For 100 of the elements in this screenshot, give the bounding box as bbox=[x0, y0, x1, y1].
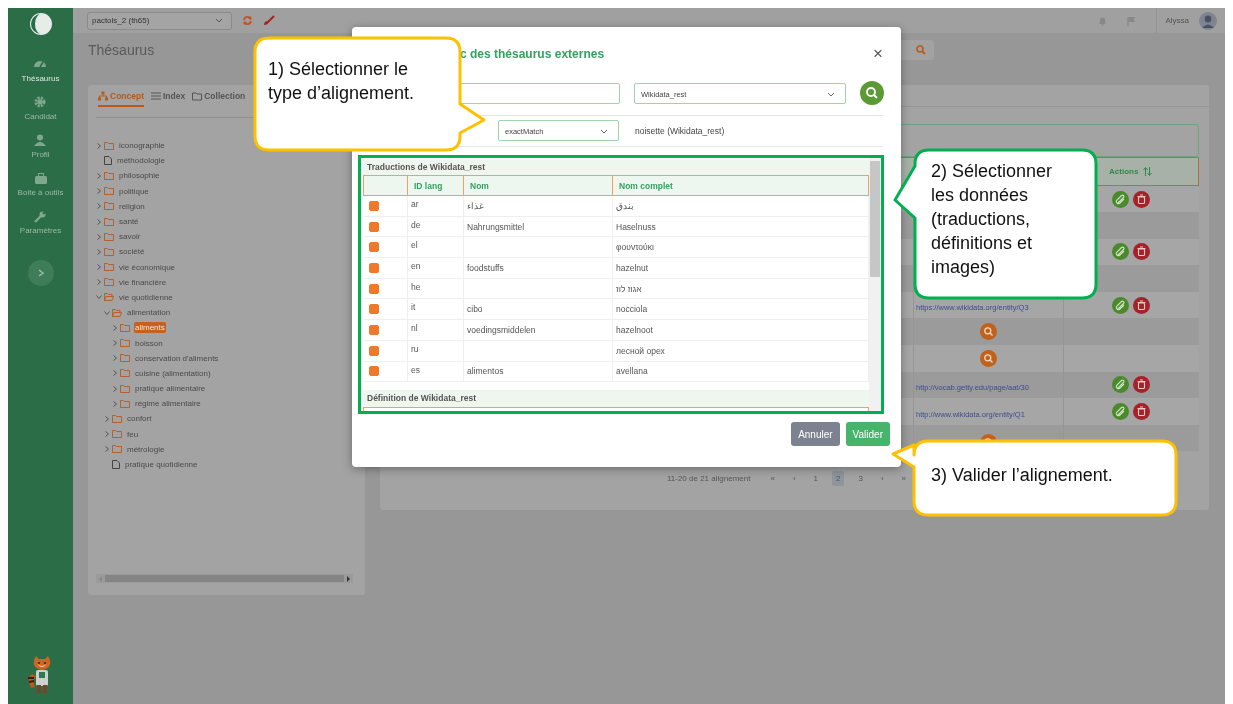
search-button[interactable] bbox=[860, 81, 884, 105]
trash-icon[interactable] bbox=[1133, 403, 1151, 421]
tree-item[interactable]: pratique quotidienne bbox=[124, 459, 199, 471]
page-button[interactable]: 3 bbox=[854, 471, 867, 487]
tab[interactable]: Index bbox=[151, 89, 186, 107]
column-header[interactable]: Actions bbox=[1109, 167, 1139, 177]
checkbox[interactable] bbox=[368, 324, 379, 335]
chevron-right-icon[interactable] bbox=[96, 264, 102, 271]
tree-item[interactable]: vie quotidienne bbox=[118, 291, 174, 303]
tree-item[interactable]: alimentation bbox=[126, 307, 172, 319]
table-header-cell: ID lang bbox=[407, 175, 464, 196]
chevron-right-icon[interactable] bbox=[96, 142, 102, 149]
chevron-right-icon[interactable] bbox=[112, 370, 118, 377]
paperclip-icon[interactable] bbox=[1112, 243, 1130, 261]
chevron-right-icon[interactable] bbox=[96, 218, 102, 225]
chevron-down-icon[interactable] bbox=[104, 309, 110, 316]
tree-item[interactable]: feu bbox=[126, 428, 140, 440]
confirm-button[interactable]: Valider bbox=[845, 422, 890, 446]
chevron-right-icon[interactable] bbox=[96, 279, 102, 286]
user-name[interactable]: Alyssa bbox=[1165, 16, 1189, 25]
vertical-scrollbar[interactable] bbox=[869, 158, 881, 411]
file-icon bbox=[104, 156, 112, 166]
chevron-right-icon[interactable] bbox=[104, 446, 110, 453]
search-icon[interactable] bbox=[980, 323, 997, 341]
tree-item[interactable]: iconographie bbox=[118, 140, 166, 152]
chevron-right-icon[interactable] bbox=[96, 233, 102, 240]
expand-button[interactable] bbox=[27, 260, 54, 286]
chevron-right-icon[interactable] bbox=[96, 248, 102, 255]
chevron-right-icon[interactable] bbox=[112, 385, 118, 392]
table-cell: he bbox=[411, 281, 421, 292]
brush-icon[interactable] bbox=[263, 15, 275, 26]
tree-item[interactable]: vie financière bbox=[118, 276, 168, 288]
tab[interactable]: Concept bbox=[98, 89, 144, 107]
checkbox[interactable] bbox=[368, 304, 379, 315]
sort-icon[interactable] bbox=[1143, 167, 1153, 177]
horizontal-scrollbar[interactable] bbox=[96, 574, 353, 583]
trash-icon[interactable] bbox=[1133, 296, 1151, 314]
trash-icon[interactable] bbox=[1133, 243, 1151, 261]
checkbox[interactable] bbox=[368, 345, 379, 356]
chevron-right-icon[interactable] bbox=[112, 355, 118, 362]
trash-icon[interactable] bbox=[1133, 190, 1151, 208]
tab[interactable]: Collection bbox=[192, 89, 246, 107]
tree-item[interactable]: religion bbox=[118, 200, 146, 212]
chevron-right-icon[interactable] bbox=[104, 431, 110, 438]
sidebar-item[interactable]: Profil bbox=[31, 134, 50, 159]
checkbox[interactable] bbox=[368, 242, 379, 253]
first-page-button[interactable]: « bbox=[766, 471, 779, 487]
paperclip-icon[interactable] bbox=[1112, 296, 1130, 314]
last-page-button[interactable]: » bbox=[897, 471, 911, 487]
paperclip-icon[interactable] bbox=[1112, 376, 1130, 394]
tree-item[interactable]: méthodologie bbox=[116, 155, 167, 167]
tree-item[interactable]: politique bbox=[118, 185, 150, 197]
next-page-button[interactable]: › bbox=[876, 471, 888, 487]
sidebar-item[interactable]: Boite à outils bbox=[17, 172, 64, 197]
tree-item[interactable]: savoir bbox=[118, 231, 142, 243]
close-button[interactable]: × bbox=[873, 45, 883, 62]
sidebar-item[interactable]: Thésaurus bbox=[21, 58, 60, 83]
paperclip-icon[interactable] bbox=[1112, 190, 1130, 208]
tree-item[interactable]: société bbox=[118, 246, 146, 258]
search-icon[interactable] bbox=[916, 45, 926, 55]
tree-item[interactable]: santé bbox=[118, 216, 140, 228]
chevron-right-icon[interactable] bbox=[112, 340, 118, 347]
tree-item[interactable]: cuisine (alimentation) bbox=[134, 367, 212, 379]
bell-icon[interactable] bbox=[1098, 15, 1108, 26]
chevron-right-icon[interactable] bbox=[104, 415, 110, 422]
checkbox[interactable] bbox=[368, 366, 379, 377]
table-cell: بندق bbox=[616, 200, 634, 211]
previous-page-button[interactable]: ‹ bbox=[788, 471, 800, 487]
sidebar-item[interactable]: Paramètres bbox=[19, 210, 62, 235]
sidebar-item[interactable]: Candidat bbox=[24, 96, 57, 121]
tree-item[interactable]: aliments bbox=[134, 322, 166, 334]
tree-item[interactable]: pratique alimentaire bbox=[134, 383, 207, 395]
chevron-right-icon[interactable] bbox=[96, 203, 102, 210]
page-button[interactable]: 1 bbox=[809, 471, 822, 487]
tree-item[interactable]: vie économique bbox=[118, 261, 177, 273]
checkbox[interactable] bbox=[368, 283, 379, 294]
checkbox[interactable] bbox=[368, 221, 379, 232]
chevron-right-icon[interactable] bbox=[96, 172, 102, 179]
checkbox[interactable] bbox=[368, 200, 379, 211]
cancel-button[interactable]: Annuler bbox=[791, 422, 840, 446]
avatar-icon[interactable] bbox=[1199, 11, 1217, 30]
flag-icon[interactable] bbox=[1127, 15, 1137, 26]
search-input[interactable] bbox=[460, 82, 620, 104]
thesaurus-select[interactable]: pactols_2 (th65) bbox=[87, 11, 232, 30]
tree-item[interactable]: métrologie bbox=[126, 443, 166, 455]
refresh-icon[interactable] bbox=[242, 15, 253, 26]
chevron-right-icon[interactable] bbox=[112, 400, 118, 407]
chevron-right-icon[interactable] bbox=[96, 188, 102, 195]
tree-item[interactable]: conservation d'aliments bbox=[134, 352, 220, 364]
logo-icon[interactable] bbox=[28, 12, 53, 36]
chevron-right-icon[interactable] bbox=[112, 324, 118, 331]
tree-item[interactable]: boisson bbox=[134, 337, 164, 349]
search-icon[interactable] bbox=[980, 349, 997, 367]
tree-item[interactable]: philosophie bbox=[118, 170, 161, 182]
paperclip-icon[interactable] bbox=[1112, 403, 1130, 421]
tree-item[interactable]: régime alimentaire bbox=[134, 398, 202, 410]
tree-item[interactable]: confort bbox=[126, 413, 153, 425]
trash-icon[interactable] bbox=[1133, 376, 1151, 394]
checkbox[interactable] bbox=[368, 262, 379, 273]
chevron-down-icon[interactable] bbox=[96, 294, 102, 301]
